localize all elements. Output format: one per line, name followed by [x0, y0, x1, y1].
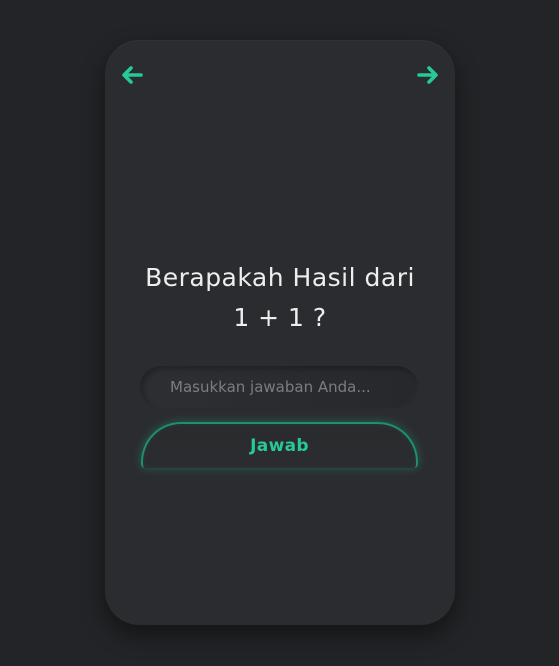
previous-question-button[interactable]: [119, 62, 145, 88]
answer-input[interactable]: [140, 366, 418, 408]
arrow-left-icon: [122, 66, 143, 84]
next-question-button[interactable]: [415, 62, 441, 88]
quiz-card: Berapakah Hasil dari 1 + 1 ? Jawab: [105, 40, 455, 625]
submit-answer-button[interactable]: Jawab: [141, 422, 418, 468]
app-background: Berapakah Hasil dari 1 + 1 ? Jawab: [0, 0, 559, 666]
question-line-2: 1 + 1 ?: [233, 303, 327, 332]
arrow-right-icon: [417, 66, 438, 84]
question-line-1: Berapakah Hasil dari: [145, 263, 415, 292]
question-text: Berapakah Hasil dari 1 + 1 ?: [105, 258, 455, 338]
